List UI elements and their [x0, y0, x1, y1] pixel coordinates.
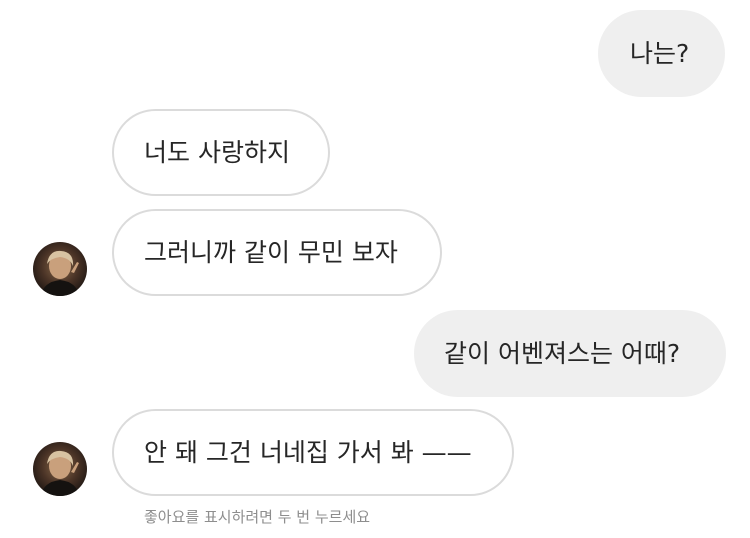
sender-avatar[interactable] — [33, 442, 87, 496]
avatar-photo-icon — [41, 250, 79, 296]
avatar-photo-icon — [41, 450, 79, 496]
message-text: 같이 어벤져스는 어때? — [444, 339, 681, 368]
message-bubble-incoming[interactable]: 너도 사랑하지 — [112, 109, 330, 196]
message-text: 나는? — [630, 39, 690, 68]
sender-avatar[interactable] — [33, 242, 87, 296]
dm-thread: { "messages": [ {"direction": "outgoing"… — [0, 0, 750, 538]
double-tap-like-hint: 좋아요를 표시하려면 두 번 누르세요 — [144, 508, 371, 526]
message-text: 안 돼 그건 너네집 가서 봐 —— — [144, 438, 472, 467]
message-text: 너도 사랑하지 — [144, 138, 290, 167]
message-bubble-incoming[interactable]: 그러니까 같이 무민 보자 — [112, 209, 442, 296]
message-bubble-incoming[interactable]: 안 돼 그건 너네집 가서 봐 —— — [112, 409, 514, 496]
message-bubble-outgoing[interactable]: 같이 어벤져스는 어때? — [414, 310, 726, 397]
message-bubble-outgoing[interactable]: 나는? — [598, 10, 725, 97]
message-text: 그러니까 같이 무민 보자 — [144, 238, 398, 267]
